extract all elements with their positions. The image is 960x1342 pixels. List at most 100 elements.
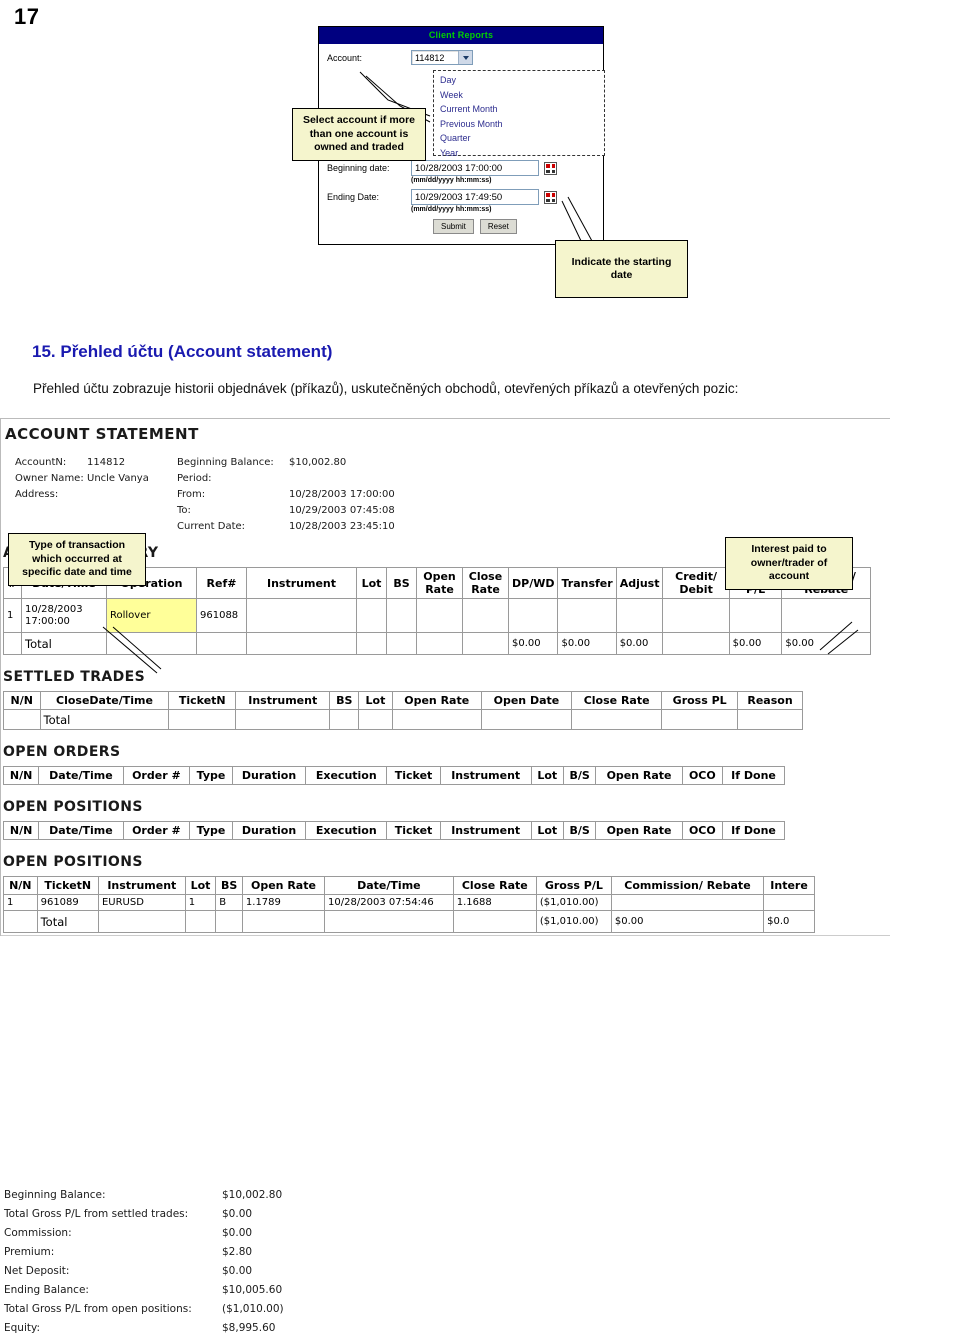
total-interest: $0.0 — [763, 910, 815, 933]
col-credit-debit: Credit/ Debit — [662, 567, 730, 599]
period-option-week[interactable]: Week — [440, 88, 604, 103]
col-adjust: Adjust — [615, 567, 664, 599]
to-label: To: — [177, 505, 191, 516]
cell-close-rate — [462, 598, 509, 633]
open-positions-orders-heading: OPEN POSITIONS — [3, 799, 143, 815]
summary-value: $2.80 — [222, 1246, 253, 1258]
cell-nn: 1 — [3, 894, 38, 911]
account-n-value: 114812 — [87, 457, 126, 468]
table-header-row: N/N Date/Time Order # Type Duration Exec… — [2, 766, 785, 785]
total-gross-pl: $0.00 — [728, 632, 783, 655]
open-positions-table: N/N TicketN Instrument Lot BS Open Rate … — [3, 876, 815, 933]
col-instrument: Instrument — [439, 766, 532, 785]
col-duration: Duration — [231, 766, 307, 785]
col-ticket: Ticket — [386, 766, 441, 785]
period-option-quarter[interactable]: Quarter — [440, 131, 604, 146]
cell-blank — [168, 709, 237, 730]
submit-button[interactable]: Submit — [433, 219, 474, 234]
cell-blank — [324, 910, 454, 933]
callout-starting-date: Indicate the starting date — [555, 240, 688, 298]
cell-blank — [462, 632, 509, 655]
cell-gross-pl: ($1,010.00) — [535, 894, 612, 911]
account-row: Account: 114812 — [327, 50, 595, 65]
col-type: Type — [189, 766, 233, 785]
divider — [1, 935, 890, 936]
period-option-day[interactable]: Day — [440, 73, 604, 88]
total-gross-pl: ($1,010.00) — [535, 910, 612, 933]
cell-ticketn: 961089 — [36, 894, 99, 911]
col-close-datetime: CloseDate/Time — [39, 691, 170, 710]
cell-blank — [358, 709, 393, 730]
col-ref: Ref# — [196, 567, 247, 599]
col-open-rate: Open Rate — [595, 821, 683, 840]
calendar-icon[interactable] — [544, 162, 557, 175]
period-listbox[interactable]: Day Week Current Month Previous Month Qu… — [433, 70, 605, 158]
cell-blank — [391, 709, 482, 730]
col-reason: Reason — [737, 691, 803, 710]
total-label: Total — [39, 709, 170, 730]
cell-blank — [329, 709, 360, 730]
col-commission-rebate: Commission/ Rebate — [610, 876, 765, 895]
total-adjust: $0.00 — [615, 632, 664, 655]
cell-bs — [386, 598, 417, 633]
beginning-date-input[interactable]: 10/28/2003 17:00:00 — [411, 160, 539, 176]
col-datetime: Date/Time — [38, 821, 124, 840]
account-label: Account: — [327, 52, 363, 63]
col-lot: Lot — [184, 876, 217, 895]
open-positions-heading: OPEN POSITIONS — [3, 854, 143, 870]
period-option-year[interactable]: Year — [440, 146, 604, 161]
cell-adjust — [615, 598, 664, 633]
cell-blank — [97, 910, 186, 933]
col-close-rate: Close Rate — [452, 876, 537, 895]
callout-leader-interest — [819, 621, 859, 655]
col-if-done: If Done — [722, 766, 785, 785]
beginning-date-label: Beginning date: — [327, 163, 390, 173]
total-transfer: $0.00 — [557, 632, 617, 655]
period-label: Period: — [177, 473, 212, 484]
col-gross-pl: Gross PL — [661, 691, 739, 710]
period-option-previous-month[interactable]: Previous Month — [440, 117, 604, 132]
cell-blank — [570, 709, 663, 730]
account-select[interactable]: 114812 — [411, 50, 473, 65]
owner-name-label: Owner Name: — [15, 473, 84, 484]
reset-button[interactable]: Reset — [479, 219, 517, 234]
cell-blank — [480, 709, 572, 730]
settled-trades-table: N/N CloseDate/Time TicketN Instrument BS… — [3, 691, 803, 730]
col-open-date: Open Date — [480, 691, 572, 710]
open-orders-table: N/N Date/Time Order # Type Duration Exec… — [2, 766, 785, 785]
beginning-date-format: (mm/dd/yyyy hh:mm:ss) — [411, 177, 492, 184]
period-option-current-month[interactable]: Current Month — [440, 102, 604, 117]
col-bs: BS — [329, 691, 360, 710]
cell-interest — [763, 894, 815, 911]
cell-transfer — [557, 598, 617, 633]
address-label: Address: — [15, 489, 59, 500]
summary-row: Total Gross P/L from settled trades: $0.0… — [4, 1205, 284, 1224]
col-bs: BS — [215, 876, 243, 895]
col-open-rate: Open Rate — [416, 567, 463, 599]
col-duration: Duration — [231, 821, 307, 840]
col-nn: N/N — [2, 821, 40, 840]
cell-instrument — [246, 598, 357, 633]
summary-label: Ending Balance: — [4, 1284, 89, 1296]
from-label: From: — [177, 489, 206, 500]
statement-summary: Beginning Balance: $10,002.80 Total Gross… — [4, 1186, 284, 1338]
ending-date-format: (mm/dd/yyyy hh:mm:ss) — [411, 206, 492, 213]
cell-blank — [661, 709, 739, 730]
summary-label: Total Gross P/L from open positions: — [4, 1303, 192, 1315]
cell-bs: B — [215, 894, 243, 911]
col-close-rate: Close Rate — [462, 567, 509, 599]
ending-date-label: Ending Date: — [327, 192, 380, 202]
col-dpwd: DP/WD — [507, 567, 559, 599]
ending-date-input[interactable]: 10/29/2003 17:49:50 — [411, 189, 539, 205]
beginning-balance-label: Beginning Balance: — [177, 457, 274, 468]
cell-blank — [386, 632, 417, 655]
table-header-row: N/N CloseDate/Time TicketN Instrument BS… — [3, 691, 803, 710]
summary-value: $10,002.80 — [222, 1189, 283, 1201]
summary-row: Ending Balance: $10,005.60 — [4, 1281, 284, 1300]
summary-value: $0.00 — [222, 1208, 253, 1220]
chevron-down-icon[interactable] — [458, 51, 472, 64]
cell-blank — [215, 910, 243, 933]
col-gross-pl: Gross P/L — [535, 876, 612, 895]
account-select-value: 114812 — [415, 52, 445, 63]
summary-value: $8,995.60 — [222, 1322, 276, 1334]
